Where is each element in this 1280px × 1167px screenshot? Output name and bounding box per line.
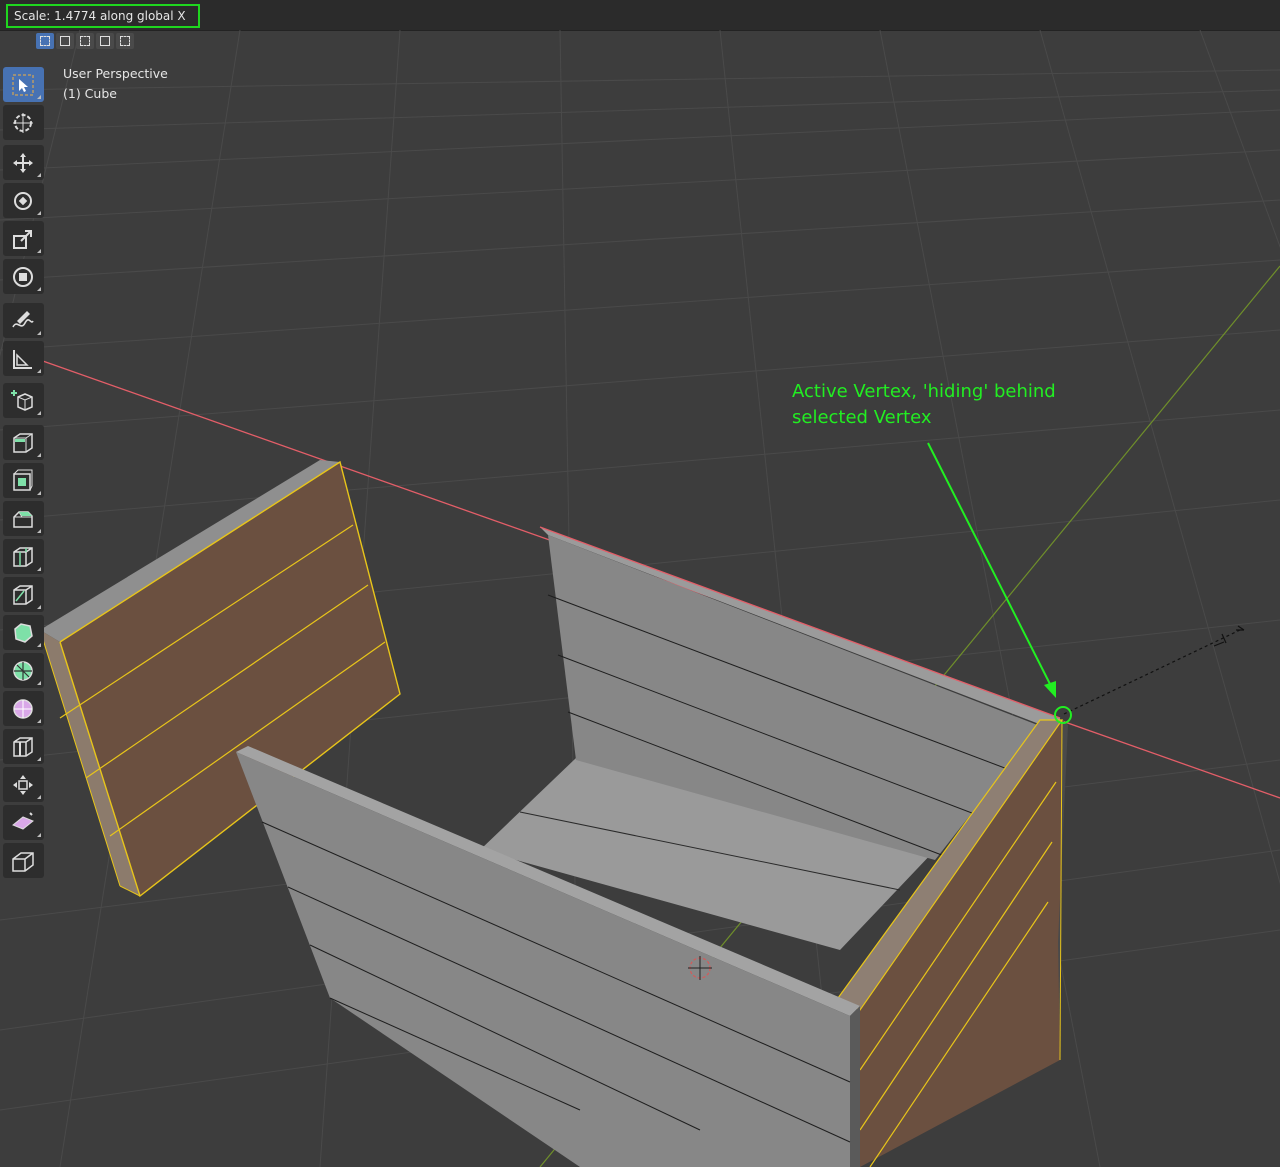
rotate-icon[interactable] (3, 183, 44, 218)
3d-viewport[interactable]: User Perspective (1) Cube Active Vertex,… (0, 30, 1280, 1167)
annotate-icon[interactable] (3, 303, 44, 338)
select-box-icon[interactable] (3, 67, 44, 102)
view-name: User Perspective (63, 66, 168, 81)
object-name: (1) Cube (63, 85, 117, 101)
loop-cut-icon[interactable] (3, 539, 44, 574)
move-icon[interactable] (3, 145, 44, 180)
annotation-line-2: selected Vertex (792, 407, 932, 428)
annotation-arrow (927, 442, 1056, 698)
view-info: User Perspective (1) Cube (63, 64, 168, 103)
smooth-icon[interactable] (3, 691, 44, 726)
poly-build-icon[interactable] (3, 615, 44, 650)
shear-icon[interactable] (3, 805, 44, 840)
rip-region-icon[interactable] (3, 843, 44, 878)
edge-slide-icon[interactable] (3, 729, 44, 764)
scale-icon[interactable] (3, 221, 44, 256)
transform-icon[interactable] (3, 259, 44, 294)
transform-guide-line (1063, 629, 1241, 715)
shrink-fatten-icon[interactable] (3, 767, 44, 802)
cursor-icon[interactable] (3, 105, 44, 140)
active-vertex-circle (1054, 706, 1072, 724)
header-bar: Scale: 1.4774 along global X (0, 0, 1280, 31)
transform-status-text: Scale: 1.4774 along global X (6, 4, 200, 28)
annotation-line-1: Active Vertex, 'hiding' behind (792, 381, 1056, 402)
measure-icon[interactable] (3, 341, 44, 376)
inset-icon[interactable] (3, 463, 44, 498)
annotation-text: Active Vertex, 'hiding' behind selected … (792, 379, 1112, 431)
knife-icon[interactable] (3, 577, 44, 612)
bevel-icon[interactable] (3, 501, 44, 536)
add-cube-icon[interactable] (3, 383, 44, 418)
spin-icon[interactable] (3, 653, 44, 688)
extrude-icon[interactable] (3, 425, 44, 460)
